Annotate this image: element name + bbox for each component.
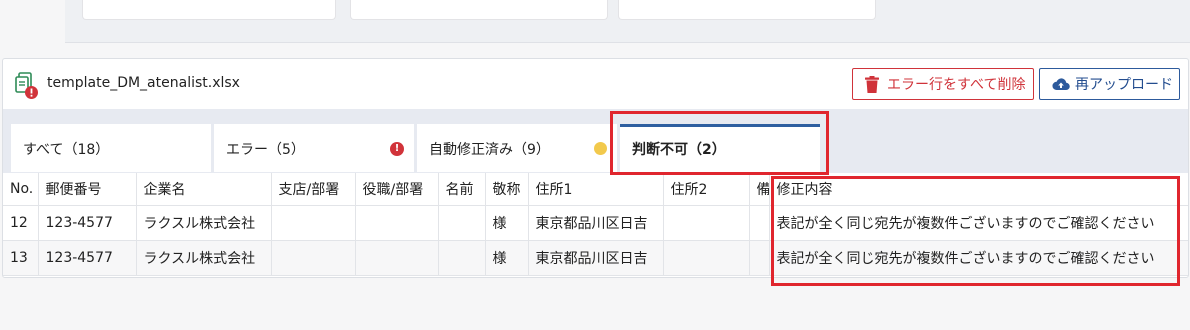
- file-result-panel: template_DM_atenalist.xlsx エラー行をすべて削除 再ア…: [2, 58, 1189, 278]
- table-cell: [438, 205, 486, 241]
- top-summary-area: [65, 0, 1190, 42]
- column-header: 敬称: [485, 173, 529, 206]
- table-cell: [271, 205, 356, 241]
- table-cell: [271, 240, 356, 276]
- error-alert-icon: !: [390, 142, 404, 156]
- table-row[interactable]: 12 123-4577 ラクスル株式会社 様 東京都品川区日吉 表記が全く同じ宛…: [3, 205, 1188, 241]
- spreadsheet-error-icon: [15, 72, 39, 100]
- file-header: template_DM_atenalist.xlsx エラー行をすべて削除 再ア…: [3, 59, 1188, 109]
- table-cell: [749, 240, 770, 276]
- table-header-row: No. 郵便番号 企業名 支店/部署 役職/部署 名前 敬称 住所1 住所2 備…: [3, 173, 1188, 206]
- warning-dot-icon: [594, 142, 607, 155]
- divider: [65, 42, 1190, 43]
- reupload-label: 再アップロード: [1075, 77, 1173, 93]
- summary-card: [618, 0, 876, 20]
- column-header: 修正内容: [769, 173, 1188, 206]
- tab-auto-corrected[interactable]: 自動修正済み（9）: [417, 124, 617, 172]
- table-cell: 表記が全く同じ宛先が複数件ございますのでご確認ください: [769, 205, 1188, 241]
- column-header: No.: [3, 173, 39, 206]
- table-cell: [355, 240, 439, 276]
- tab-all[interactable]: すべて（18）: [11, 124, 211, 172]
- results-table: No. 郵便番号 企業名 支店/部署 役職/部署 名前 敬称 住所1 住所2 備…: [3, 173, 1188, 276]
- reupload-button[interactable]: 再アップロード: [1039, 68, 1180, 100]
- column-header: 名前: [438, 173, 486, 206]
- delete-error-rows-button[interactable]: エラー行をすべて削除: [852, 68, 1034, 100]
- table-cell: 13: [3, 240, 39, 276]
- column-header: 住所2: [663, 173, 750, 206]
- tab-errors-label: エラー（5）: [226, 142, 305, 158]
- table-cell: [355, 205, 439, 241]
- table-cell: 12: [3, 205, 39, 241]
- tab-undeterminable[interactable]: 判断不可（2）: [620, 124, 820, 172]
- summary-card: [350, 0, 608, 20]
- table-cell: [749, 205, 770, 241]
- tab-all-label: すべて（18）: [23, 142, 110, 158]
- table-cell: ラクスル株式会社: [136, 205, 272, 241]
- column-header: 備考: [749, 173, 770, 206]
- column-header: 役職/部署: [355, 173, 439, 206]
- summary-card: [82, 0, 336, 20]
- tab-errors[interactable]: エラー（5） !: [214, 124, 414, 172]
- column-header: 支店/部署: [271, 173, 356, 206]
- table-cell: 様: [485, 240, 529, 276]
- table-cell: 表記が全く同じ宛先が複数件ございますのでご確認ください: [769, 240, 1188, 276]
- tab-auto-corrected-label: 自動修正済み（9）: [429, 142, 550, 158]
- tab-undeterminable-label: 判断不可（2）: [632, 142, 726, 158]
- result-tabs: すべて（18） エラー（5） ! 自動修正済み（9） 判断不可（2）: [3, 109, 1188, 173]
- file-name: template_DM_atenalist.xlsx: [47, 75, 240, 91]
- table-cell: 123-4577: [38, 240, 137, 276]
- table-cell: [663, 205, 750, 241]
- table-cell: ラクスル株式会社: [136, 240, 272, 276]
- column-header: 郵便番号: [38, 173, 137, 206]
- table-cell: 東京都品川区日吉: [528, 205, 664, 241]
- table-cell: [663, 240, 750, 276]
- table-cell: 123-4577: [38, 205, 137, 241]
- cloud-upload-icon: [1052, 77, 1070, 95]
- delete-error-rows-label: エラー行をすべて削除: [887, 77, 1026, 93]
- table-cell: 東京都品川区日吉: [528, 240, 664, 276]
- trash-icon: [865, 76, 879, 97]
- table-cell: 様: [485, 205, 529, 241]
- table-cell: [438, 240, 486, 276]
- column-header: 企業名: [136, 173, 272, 206]
- column-header: 住所1: [528, 173, 664, 206]
- table-row[interactable]: 13 123-4577 ラクスル株式会社 様 東京都品川区日吉 表記が全く同じ宛…: [3, 240, 1188, 276]
